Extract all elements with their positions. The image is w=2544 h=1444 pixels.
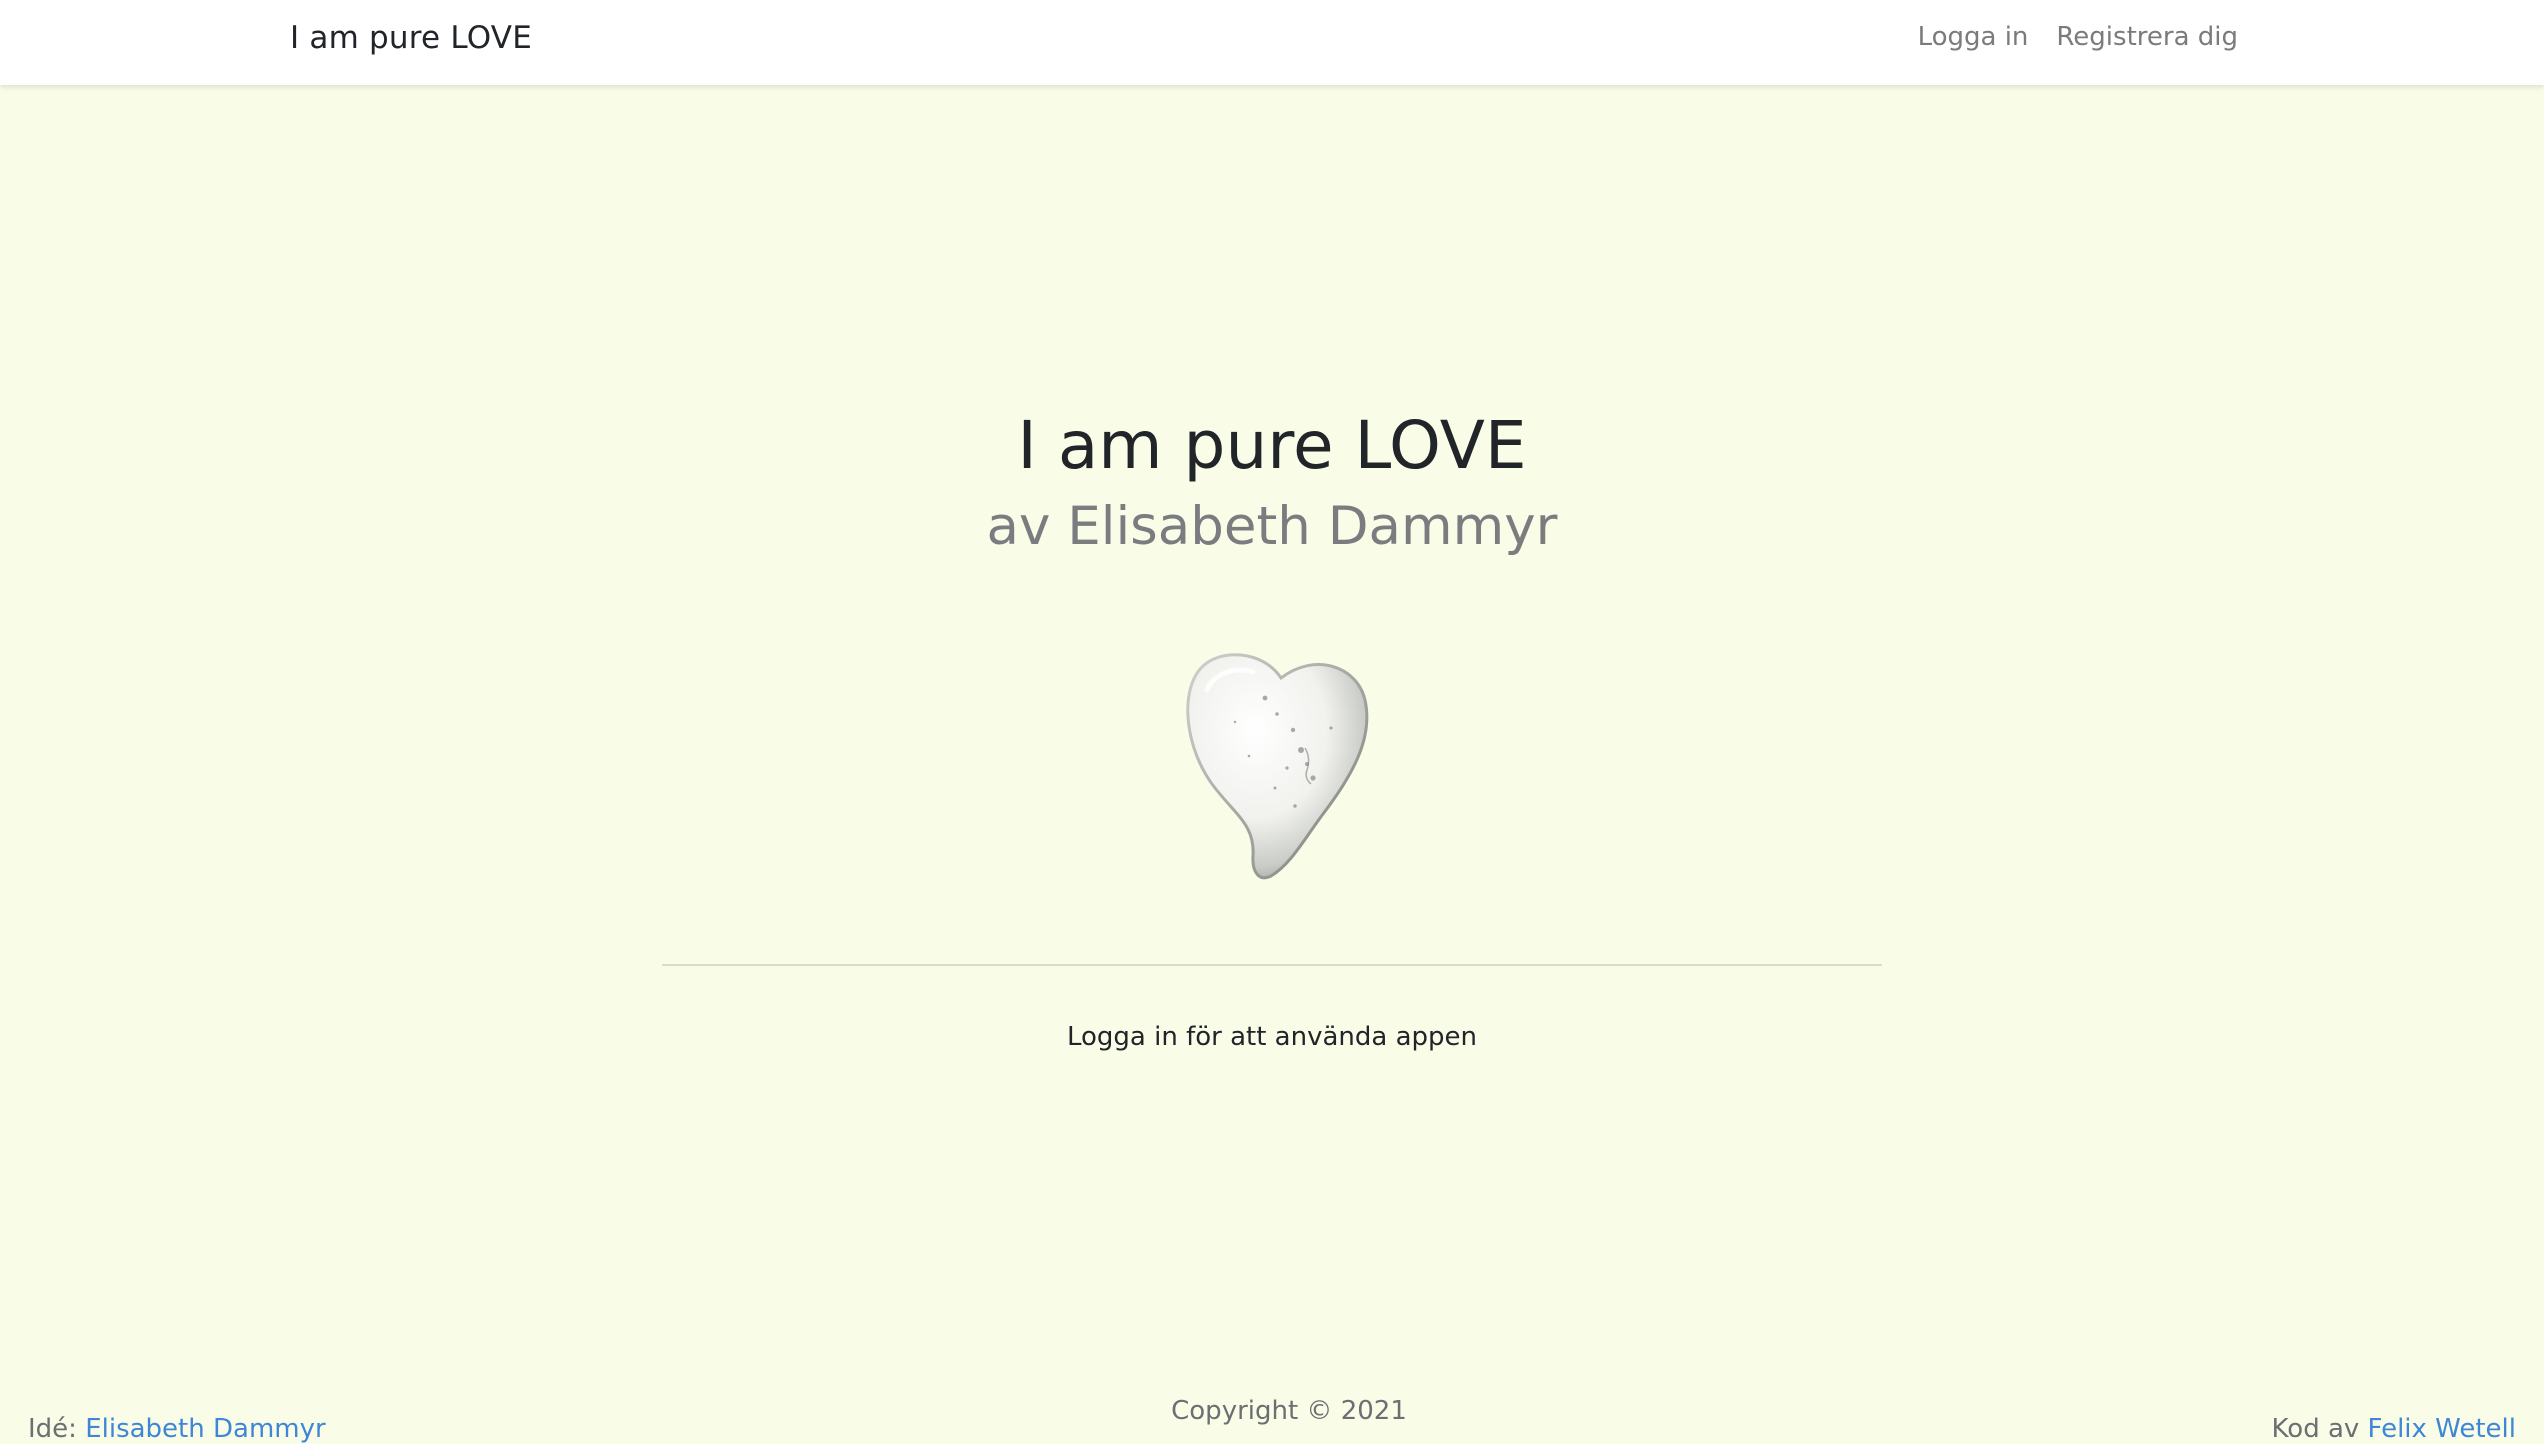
top-navbar: I am pure LOVE Logga in Registrera dig	[0, 0, 2544, 85]
brand-link[interactable]: I am pure LOVE	[290, 20, 532, 56]
page-subtitle: av Elisabeth Dammyr	[986, 495, 1558, 557]
page-title: I am pure LOVE	[1017, 407, 1527, 484]
register-link[interactable]: Registrera dig	[2056, 22, 2238, 52]
hero-section: I am pure LOVE av Elisabeth Dammyr	[0, 405, 2544, 560]
nav-links: Logga in Registrera dig	[1918, 22, 2238, 52]
content-divider	[662, 964, 1882, 966]
copyright-text: Copyright © 2021	[1171, 1396, 1407, 1426]
login-prompt: Logga in för att använda appen	[1066, 1022, 1478, 1052]
login-link[interactable]: Logga in	[1918, 22, 2029, 52]
heart-image	[1186, 653, 1369, 880]
